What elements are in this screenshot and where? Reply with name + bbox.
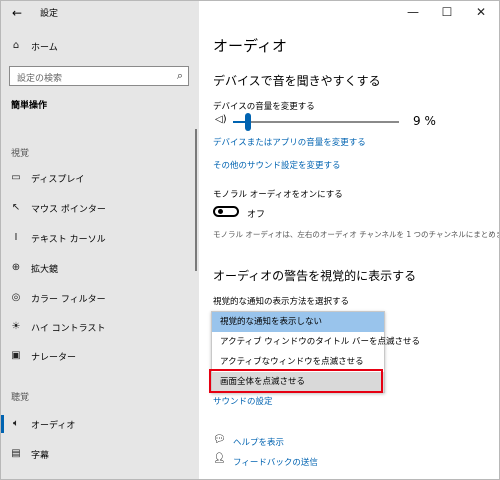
other-sound-settings-link[interactable]: その他のサウンド設定を変更する (213, 159, 341, 171)
sound-settings-link[interactable]: サウンドの設定 (213, 395, 273, 407)
display-icon: ▭ (11, 172, 21, 183)
app-volume-link[interactable]: デバイスまたはアプリの音量を変更する (213, 136, 366, 148)
captions-icon: ▤ (11, 448, 21, 459)
high-contrast-icon: ☀ (11, 321, 21, 332)
sidebar-item-label: ディスプレイ (31, 175, 85, 185)
home-icon: ⌂ (12, 40, 20, 51)
dropdown-option[interactable]: 視覚的な通知を表示しない (212, 312, 384, 332)
sidebar-item-label: ナレーター (31, 353, 77, 363)
sidebar-item-label: オーディオ (31, 421, 76, 431)
volume-label: デバイスの音量を変更する (213, 102, 315, 112)
feedback-link[interactable]: フィードバックの送信 (233, 456, 318, 468)
text-cursor-icon: I (14, 232, 18, 243)
search-box[interactable]: 設定の検索 ⌕ (9, 66, 189, 86)
narrator-icon: ▣ (11, 350, 21, 361)
sidebar: ← 設定 ⌂ ホーム 設定の検索 ⌕ 簡単操作 視覚 ▭ ディスプレイ ↖ マウ… (1, 1, 199, 479)
sidebar-item-text-cursor[interactable]: I テキスト カーソル (1, 225, 199, 251)
sidebar-item-display[interactable]: ▭ ディスプレイ (1, 165, 199, 191)
section-vision: 視覚 (11, 149, 30, 159)
main-panel: — ☐ ✕ オーディオ デバイスで音を聞きやすくする デバイスの音量を変更する … (199, 1, 499, 479)
search-icon[interactable]: ⌕ (177, 69, 183, 83)
magnifier-icon: ⊕ (11, 262, 21, 273)
mono-audio-state: オフ (247, 210, 266, 220)
sidebar-item-label: 字幕 (31, 451, 50, 461)
section-hearing: 聴覚 (11, 393, 30, 403)
back-arrow-icon[interactable]: ← (9, 5, 25, 21)
feedback-icon: 👤︎ (213, 453, 226, 464)
sidebar-item-label: テキスト カーソル (31, 235, 106, 245)
sidebar-item-label: 拡大鏡 (31, 265, 59, 275)
sidebar-item-magnifier[interactable]: ⊕ 拡大鏡 (1, 255, 199, 281)
minimize-icon[interactable]: — (405, 4, 421, 20)
section-heading-hear: デバイスで音を聞きやすくする (213, 74, 381, 88)
speaker-icon: 🔈︎ (13, 418, 19, 429)
mouse-pointer-icon: ↖ (11, 202, 21, 213)
help-icon: 💬︎ (213, 434, 226, 445)
mono-audio-toggle[interactable] (213, 206, 239, 217)
color-filter-icon: ◎ (11, 292, 21, 303)
close-icon[interactable]: ✕ (473, 4, 489, 20)
volume-value: 9 % (413, 114, 436, 128)
sidebar-item-audio[interactable]: 🔈︎ オーディオ (1, 411, 199, 437)
help-link[interactable]: ヘルプを表示 (233, 436, 284, 448)
sidebar-item-mouse-pointer[interactable]: ↖ マウス ポインター (1, 195, 199, 221)
sidebar-item-high-contrast[interactable]: ☀ ハイ コントラスト (1, 314, 199, 340)
section-heading-visual-alert: オーディオの警告を視覚的に表示する (213, 269, 417, 283)
sidebar-item-color-filter[interactable]: ◎ カラー フィルター (1, 285, 199, 311)
volume-slider-track[interactable] (233, 121, 399, 123)
sidebar-item-label: ホーム (31, 43, 58, 53)
dropdown-option[interactable]: アクティブ ウィンドウのタイトル バーを点滅させる (212, 332, 420, 352)
highlight-box (209, 369, 383, 393)
window-title: 設定 (40, 9, 59, 19)
category-heading: 簡単操作 (11, 101, 48, 111)
titlebar: ← 設定 (1, 1, 199, 25)
search-placeholder: 設定の検索 (17, 74, 63, 84)
settings-window: ← 設定 ⌂ ホーム 設定の検索 ⌕ 簡単操作 視覚 ▭ ディスプレイ ↖ マウ… (0, 0, 500, 480)
sidebar-item-captions[interactable]: ▤ 字幕 (1, 441, 199, 467)
sidebar-item-home[interactable]: ⌂ ホーム (1, 33, 199, 59)
mono-audio-label: モノラル オーディオをオンにする (213, 190, 343, 200)
volume-speaker-icon: ◁) (215, 114, 227, 125)
volume-slider-thumb[interactable] (245, 113, 251, 131)
sidebar-item-label: マウス ポインター (31, 205, 106, 215)
maximize-icon[interactable]: ☐ (439, 4, 455, 20)
mono-audio-description: モノラル オーディオは、左右のオーディオ チャンネルを 1 つのチャンネルにまと… (213, 230, 500, 239)
sidebar-item-label: ハイ コントラスト (31, 324, 106, 334)
active-indicator (1, 415, 4, 433)
sidebar-item-narrator[interactable]: ▣ ナレーター (1, 343, 199, 369)
toggle-knob (218, 209, 223, 214)
sidebar-item-label: カラー フィルター (31, 295, 106, 305)
visual-notification-label: 視覚的な通知の表示方法を選択する (213, 297, 350, 307)
page-title: オーディオ (213, 37, 287, 55)
